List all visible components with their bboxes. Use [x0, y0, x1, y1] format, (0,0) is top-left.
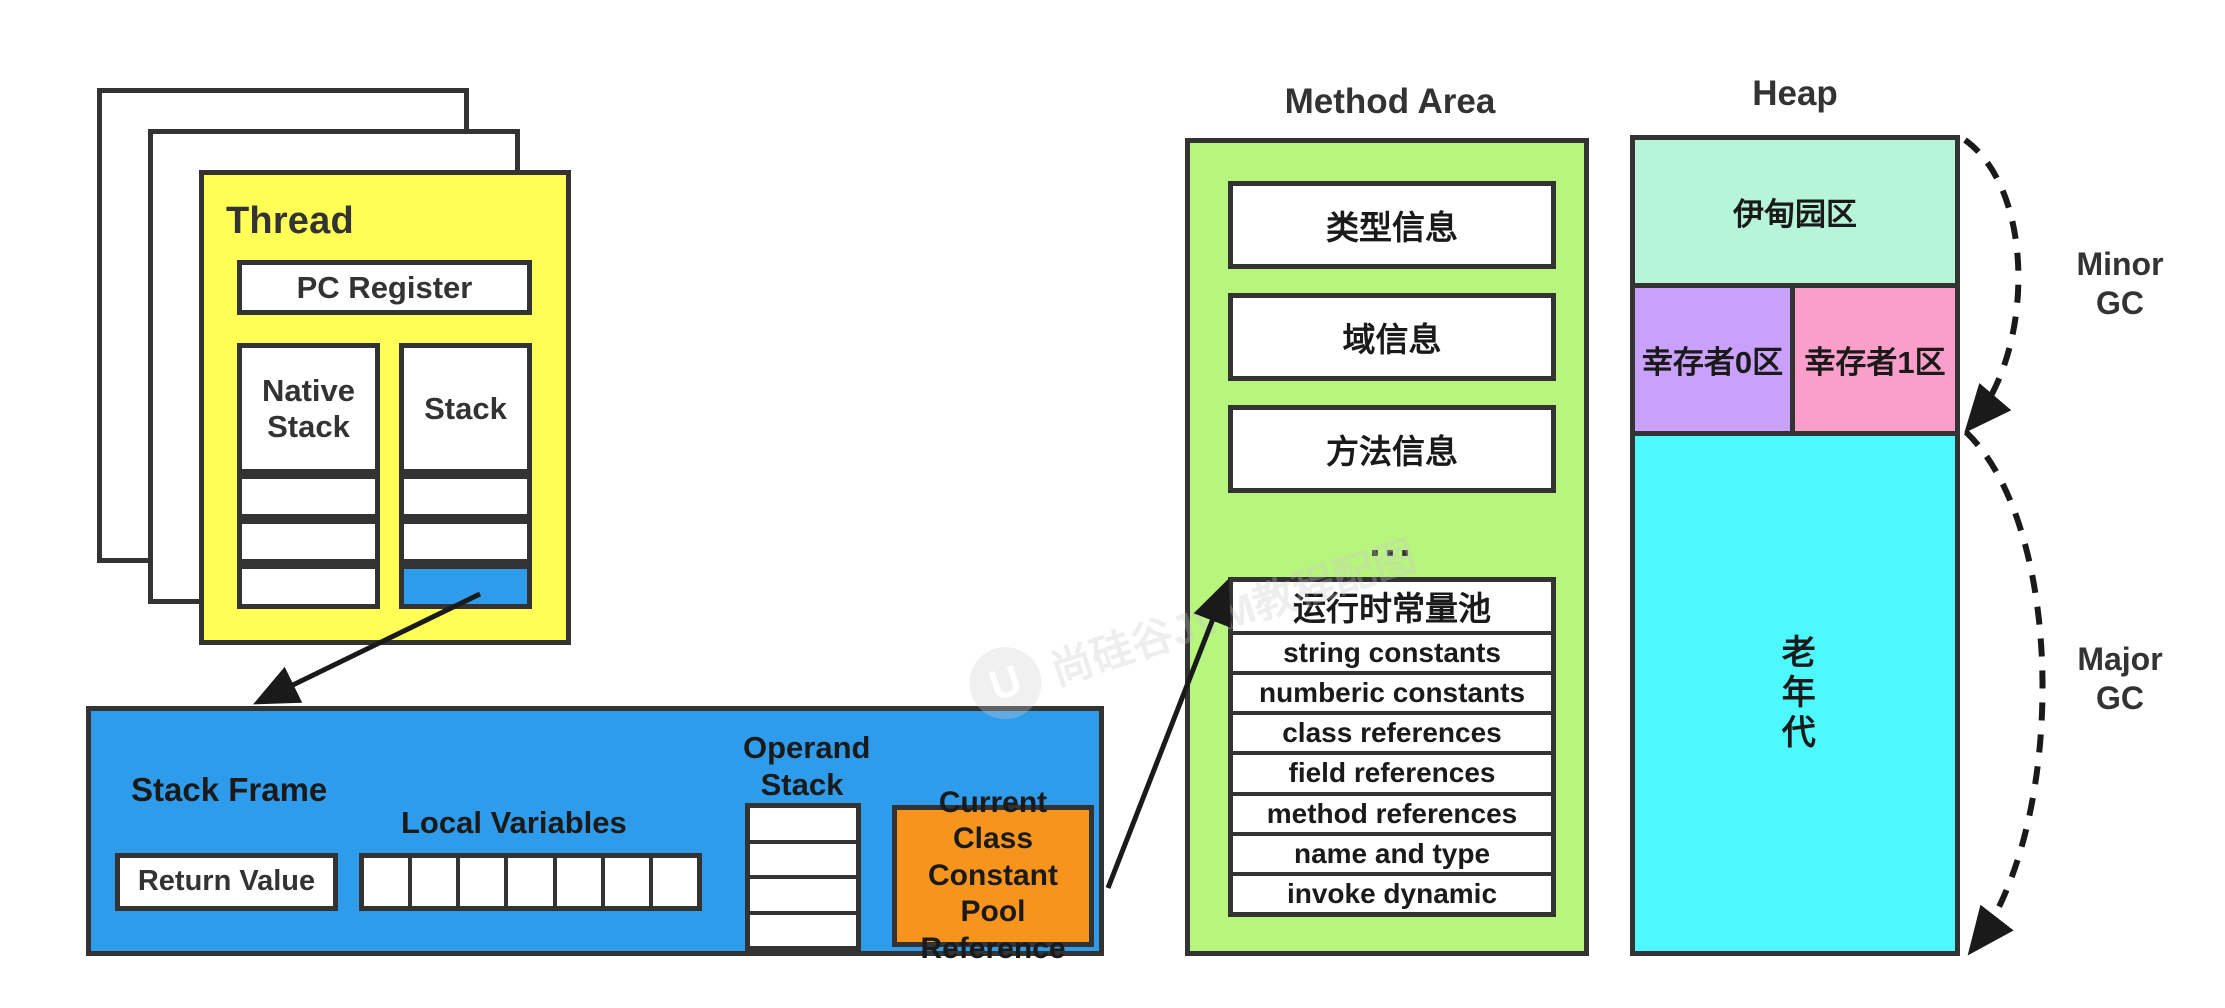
method-area-item-type-info: 类型信息	[1228, 181, 1556, 269]
operand-stack-cell	[750, 915, 856, 947]
local-variable-cell	[557, 858, 605, 906]
heap-region-survivor0: 幸存者0区	[1635, 288, 1795, 436]
operand-stack-cell	[750, 879, 856, 915]
native-stack-label: Native Stack	[261, 372, 356, 444]
constant-pool-row: method references	[1233, 796, 1551, 836]
runtime-constant-pool-header: 运行时常量池	[1233, 582, 1551, 635]
constant-pool-row: numberic constants	[1233, 675, 1551, 716]
heap-region-survivor1: 幸存者1区	[1795, 288, 1955, 436]
constant-pool-row-label: string constants	[1283, 636, 1501, 668]
stack-frame-title: Stack Frame	[131, 771, 328, 808]
local-variable-cell	[460, 858, 509, 906]
method-area-item-label: 域信息	[1342, 321, 1442, 358]
pc-register-box: PC Register	[237, 260, 532, 315]
ccpr-line1: Current Class	[938, 785, 1048, 856]
heap-region-label: 幸存者1区	[1804, 345, 1946, 380]
thread-box: Thread PC Register Native Stack Stack	[199, 170, 571, 645]
operand-stack-title-line1: Operand	[743, 730, 871, 765]
heap-region-old-generation: 老年代	[1635, 436, 1955, 951]
native-stack-empty-row	[237, 519, 380, 564]
native-stack-column: Native Stack	[237, 343, 380, 609]
local-variable-cell	[364, 858, 413, 906]
operand-stack-cell	[750, 808, 856, 844]
constant-pool-row: name and type	[1233, 836, 1551, 876]
stack-frame-box: Stack Frame Return Value Local Variables…	[86, 706, 1104, 965]
heap-region-label: 老年代	[1776, 633, 1815, 754]
return-value-label: Return Value	[137, 865, 316, 898]
stack-current-frame	[399, 564, 532, 609]
native-stack-header: Native Stack	[237, 343, 380, 474]
stack-empty-row	[399, 519, 532, 564]
arrow-major-gc	[1963, 429, 2046, 956]
method-area-item-method-info: 方法信息	[1228, 405, 1556, 493]
stack-label: Stack	[424, 390, 507, 426]
operand-stack-cell	[750, 844, 856, 879]
stack-column: Stack	[399, 343, 532, 609]
heap-region-label: 伊甸园区	[1733, 197, 1857, 232]
heap-box: 伊甸园区 幸存者0区 幸存者1区 老年代	[1630, 135, 1960, 956]
watermark-logo-glyph: U	[983, 655, 1027, 710]
constant-pool-row-label: numberic constants	[1258, 677, 1526, 709]
constant-pool-row: string constants	[1233, 635, 1551, 675]
stack-header: Stack	[399, 343, 532, 474]
pc-register-label: PC Register	[296, 269, 473, 305]
major-gc-line2: GC	[2096, 680, 2144, 717]
runtime-constant-pool-box: 运行时常量池 string constants numberic constan…	[1228, 577, 1556, 917]
constant-pool-row: class references	[1233, 715, 1551, 756]
stack-empty-row	[399, 474, 532, 519]
native-stack-empty-row	[237, 474, 380, 519]
local-variables-title: Local Variables	[401, 805, 627, 840]
current-class-constant-pool-reference: Current Class Constant Pool Reference	[892, 786, 1094, 965]
method-area-title: Method Area	[1284, 82, 1496, 121]
constant-pool-row: field references	[1233, 755, 1551, 796]
heap-title: Heap	[1752, 74, 1838, 113]
heap-region-eden: 伊甸园区	[1635, 140, 1955, 288]
constant-pool-row: invoke dynamic	[1233, 876, 1551, 912]
method-area-item-field-info: 域信息	[1228, 293, 1556, 381]
operand-stack-title: Operand Stack	[743, 729, 871, 803]
local-variable-cell	[653, 858, 697, 906]
minor-gc-line1: Minor	[2076, 246, 2164, 282]
operand-stack-title-line2: Stack	[760, 767, 844, 803]
method-area-ellipsis: ...	[1369, 521, 1415, 565]
heap-region-label: 幸存者0区	[1641, 345, 1784, 380]
local-variable-cell	[605, 858, 653, 906]
constant-pool-row-label: invoke dynamic	[1286, 877, 1498, 909]
thread-title: Thread	[226, 200, 354, 242]
constant-pool-row-label: method references	[1266, 797, 1518, 829]
major-gc-label: Major GC	[2040, 640, 2200, 718]
constant-pool-row-label: class references	[1282, 717, 1502, 749]
constant-pool-row-label: name and type	[1293, 837, 1491, 869]
method-area-item-label: 类型信息	[1326, 209, 1458, 246]
minor-gc-line2: GC	[2096, 285, 2144, 322]
method-area-item-label: 方法信息	[1326, 433, 1458, 470]
constant-pool-row-label: field references	[1288, 757, 1496, 789]
return-value-box: Return Value	[115, 853, 338, 911]
major-gc-line1: Major	[2077, 641, 2163, 677]
local-variables-grid	[359, 853, 702, 911]
operand-stack-cells	[745, 803, 861, 951]
ccpr-line2: Constant Pool	[928, 858, 1058, 929]
arrow-minor-gc	[1963, 137, 2022, 434]
method-area-box: 类型信息 域信息 方法信息 ... 运行时常量池 string constant…	[1185, 138, 1589, 956]
local-variable-cell	[412, 858, 461, 906]
ccpr-line3: Reference	[920, 931, 1066, 965]
runtime-constant-pool-header-label: 运行时常量池	[1293, 590, 1491, 628]
minor-gc-label: Minor GC	[2040, 245, 2200, 323]
native-stack-empty-row	[237, 564, 380, 609]
local-variable-cell	[508, 858, 557, 906]
